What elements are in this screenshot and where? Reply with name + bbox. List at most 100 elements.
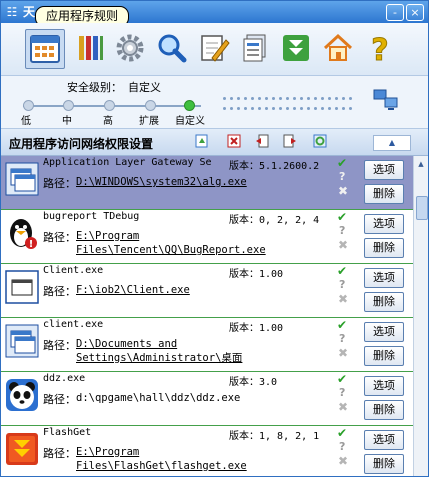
import-rules-icon[interactable]	[255, 134, 269, 148]
app-name: Application Layer Gateway Se	[43, 157, 212, 168]
path-label: 路径：	[43, 177, 76, 190]
security-level-label: 安全级别：	[67, 81, 122, 94]
app-rule-list: Application Layer Gateway Se 版本：5.1.2600…	[1, 156, 413, 476]
app-version: 版本：1.00	[229, 269, 284, 280]
app-path-link[interactable]: D:\WINDOWS\system32\alg.exe	[76, 175, 308, 189]
app-path-link[interactable]: E:\Program Files\Tencent\QQ\BugReport.ex…	[76, 229, 308, 257]
delete-button[interactable]: 删除	[364, 184, 404, 204]
delete-button[interactable]: 删除	[364, 346, 404, 366]
app-name: Client.exe	[43, 265, 104, 276]
level-label-high: 高	[103, 116, 113, 127]
list-scrollbar[interactable]: ▲	[413, 156, 428, 476]
level-knob-medium[interactable]	[63, 100, 74, 111]
deny-cross-icon[interactable]: ✖	[338, 238, 348, 252]
options-button[interactable]: 选项	[364, 376, 404, 396]
security-level-value: 自定义	[128, 81, 161, 94]
refresh-rules-icon[interactable]	[313, 134, 327, 148]
options-button[interactable]: 选项	[364, 322, 404, 342]
delete-button[interactable]: 删除	[364, 454, 404, 474]
firewall-window: ☷ 天 - × 应用程序规则 ? 安全级别： 自定义 低 中 高 扩展 自定义 …	[0, 0, 429, 477]
allow-check-icon[interactable]: ✔	[337, 264, 347, 278]
level-label-custom: 自定义	[175, 116, 205, 127]
options-button[interactable]: 选项	[364, 160, 404, 180]
log-button[interactable]	[236, 29, 274, 67]
ask-question-icon[interactable]: ?	[339, 440, 345, 453]
app-path-link[interactable]: E:\Program Files\FlashGet\flashget.exe	[76, 445, 308, 473]
grid-table-icon	[30, 35, 60, 63]
level-knob-extended[interactable]	[145, 100, 156, 111]
allow-check-icon[interactable]: ✔	[337, 318, 347, 332]
gear-icon	[116, 34, 144, 62]
options-button[interactable]: 选项	[364, 268, 404, 288]
main-toolbar: ?	[1, 23, 428, 76]
app-path-link[interactable]: F:\iob2\Client.exe	[76, 283, 308, 297]
delete-button[interactable]: 删除	[364, 400, 404, 420]
minimize-button[interactable]: -	[386, 4, 404, 21]
allow-check-icon[interactable]: ✔	[337, 210, 347, 224]
level-knob-low[interactable]	[23, 100, 34, 111]
deny-cross-icon[interactable]: ✖	[338, 454, 348, 468]
options-button[interactable]: 选项	[364, 214, 404, 234]
help-button[interactable]: ?	[361, 29, 399, 67]
ask-question-icon[interactable]: ?	[339, 332, 345, 345]
deny-cross-icon[interactable]: ✖	[338, 184, 348, 198]
app-path-link[interactable]: D:\Documents and Settings\Administrator\…	[76, 337, 308, 365]
settings-button[interactable]	[111, 29, 149, 67]
list-item[interactable]: ddz.exe 版本：3.0 路径： d:\qpgame\hall\ddz\dd…	[1, 372, 413, 426]
app-name: FlashGet	[43, 427, 92, 438]
level-knob-custom[interactable]	[184, 100, 195, 111]
delete-button[interactable]: 删除	[364, 238, 404, 258]
ask-question-icon[interactable]: ?	[339, 386, 345, 399]
allow-check-icon[interactable]: ✔	[337, 372, 347, 386]
allow-check-icon[interactable]: ✔	[337, 426, 347, 440]
level-knob-high[interactable]	[104, 100, 115, 111]
search-button[interactable]	[153, 29, 191, 67]
scroll-up-icon[interactable]: ▲	[416, 158, 426, 170]
network-button[interactable]	[71, 29, 109, 67]
window-title: 天	[23, 5, 36, 19]
list-item[interactable]: FlashGet 版本：1, 8, 2, 1 路径： E:\Program Fi…	[1, 426, 413, 476]
options-button[interactable]: 选项	[364, 430, 404, 450]
flashget-icon	[6, 433, 38, 465]
home-button[interactable]	[319, 29, 357, 67]
ask-question-icon[interactable]: ?	[339, 224, 345, 237]
network-computers-icon[interactable]	[373, 88, 399, 112]
delete-button[interactable]: 删除	[364, 292, 404, 312]
down-arrow-icon	[283, 35, 309, 61]
app-name: client.exe	[43, 319, 104, 330]
deny-cross-icon[interactable]: ✖	[338, 292, 348, 306]
window-app-icon	[5, 324, 39, 358]
ask-question-icon[interactable]: ?	[339, 170, 345, 183]
app-rules-button[interactable]	[25, 29, 65, 69]
allow-check-icon[interactable]: ✔	[337, 156, 347, 170]
app-version: 版本：5.1.2600.2	[229, 161, 320, 172]
export-rules-icon[interactable]	[283, 134, 297, 148]
ask-question-icon[interactable]: ?	[339, 278, 345, 291]
list-item[interactable]: Client.exe 版本：1.00 路径： F:\iob2\Client.ex…	[1, 264, 413, 318]
level-label-extended: 扩展	[139, 116, 159, 127]
question-mark-icon: ?	[371, 33, 389, 65]
path-label: 路径：	[43, 231, 76, 244]
edit-button[interactable]	[195, 29, 233, 67]
download-button[interactable]	[277, 29, 315, 67]
pencil-note-icon	[201, 35, 230, 62]
close-button[interactable]: ×	[406, 4, 424, 21]
level-label-medium: 中	[62, 116, 72, 127]
panda-icon	[6, 379, 38, 411]
deny-cross-icon[interactable]: ✖	[338, 400, 348, 414]
window-app-icon	[5, 162, 39, 196]
scroll-thumb[interactable]	[416, 196, 428, 220]
list-item[interactable]: Application Layer Gateway Se 版本：5.1.2600…	[1, 156, 413, 210]
collapse-list-button[interactable]: ▲	[373, 135, 411, 151]
list-item[interactable]: client.exe 版本：1.00 路径： D:\Documents and …	[1, 318, 413, 372]
magnifier-icon	[158, 34, 187, 63]
app-name: bugreport TDebug	[43, 211, 140, 222]
delete-rule-icon[interactable]	[227, 134, 241, 148]
qq-penguin-icon: !	[10, 219, 37, 250]
add-rule-icon[interactable]	[195, 134, 209, 148]
app-version: 版本：1, 8, 2, 1	[229, 431, 320, 442]
list-item[interactable]: ! bugreport TDebug 版本：0, 2, 2, 4 路径： E:\…	[1, 210, 413, 264]
deny-cross-icon[interactable]: ✖	[338, 346, 348, 360]
network-activity-dots-top	[223, 90, 356, 100]
house-icon	[323, 33, 353, 61]
